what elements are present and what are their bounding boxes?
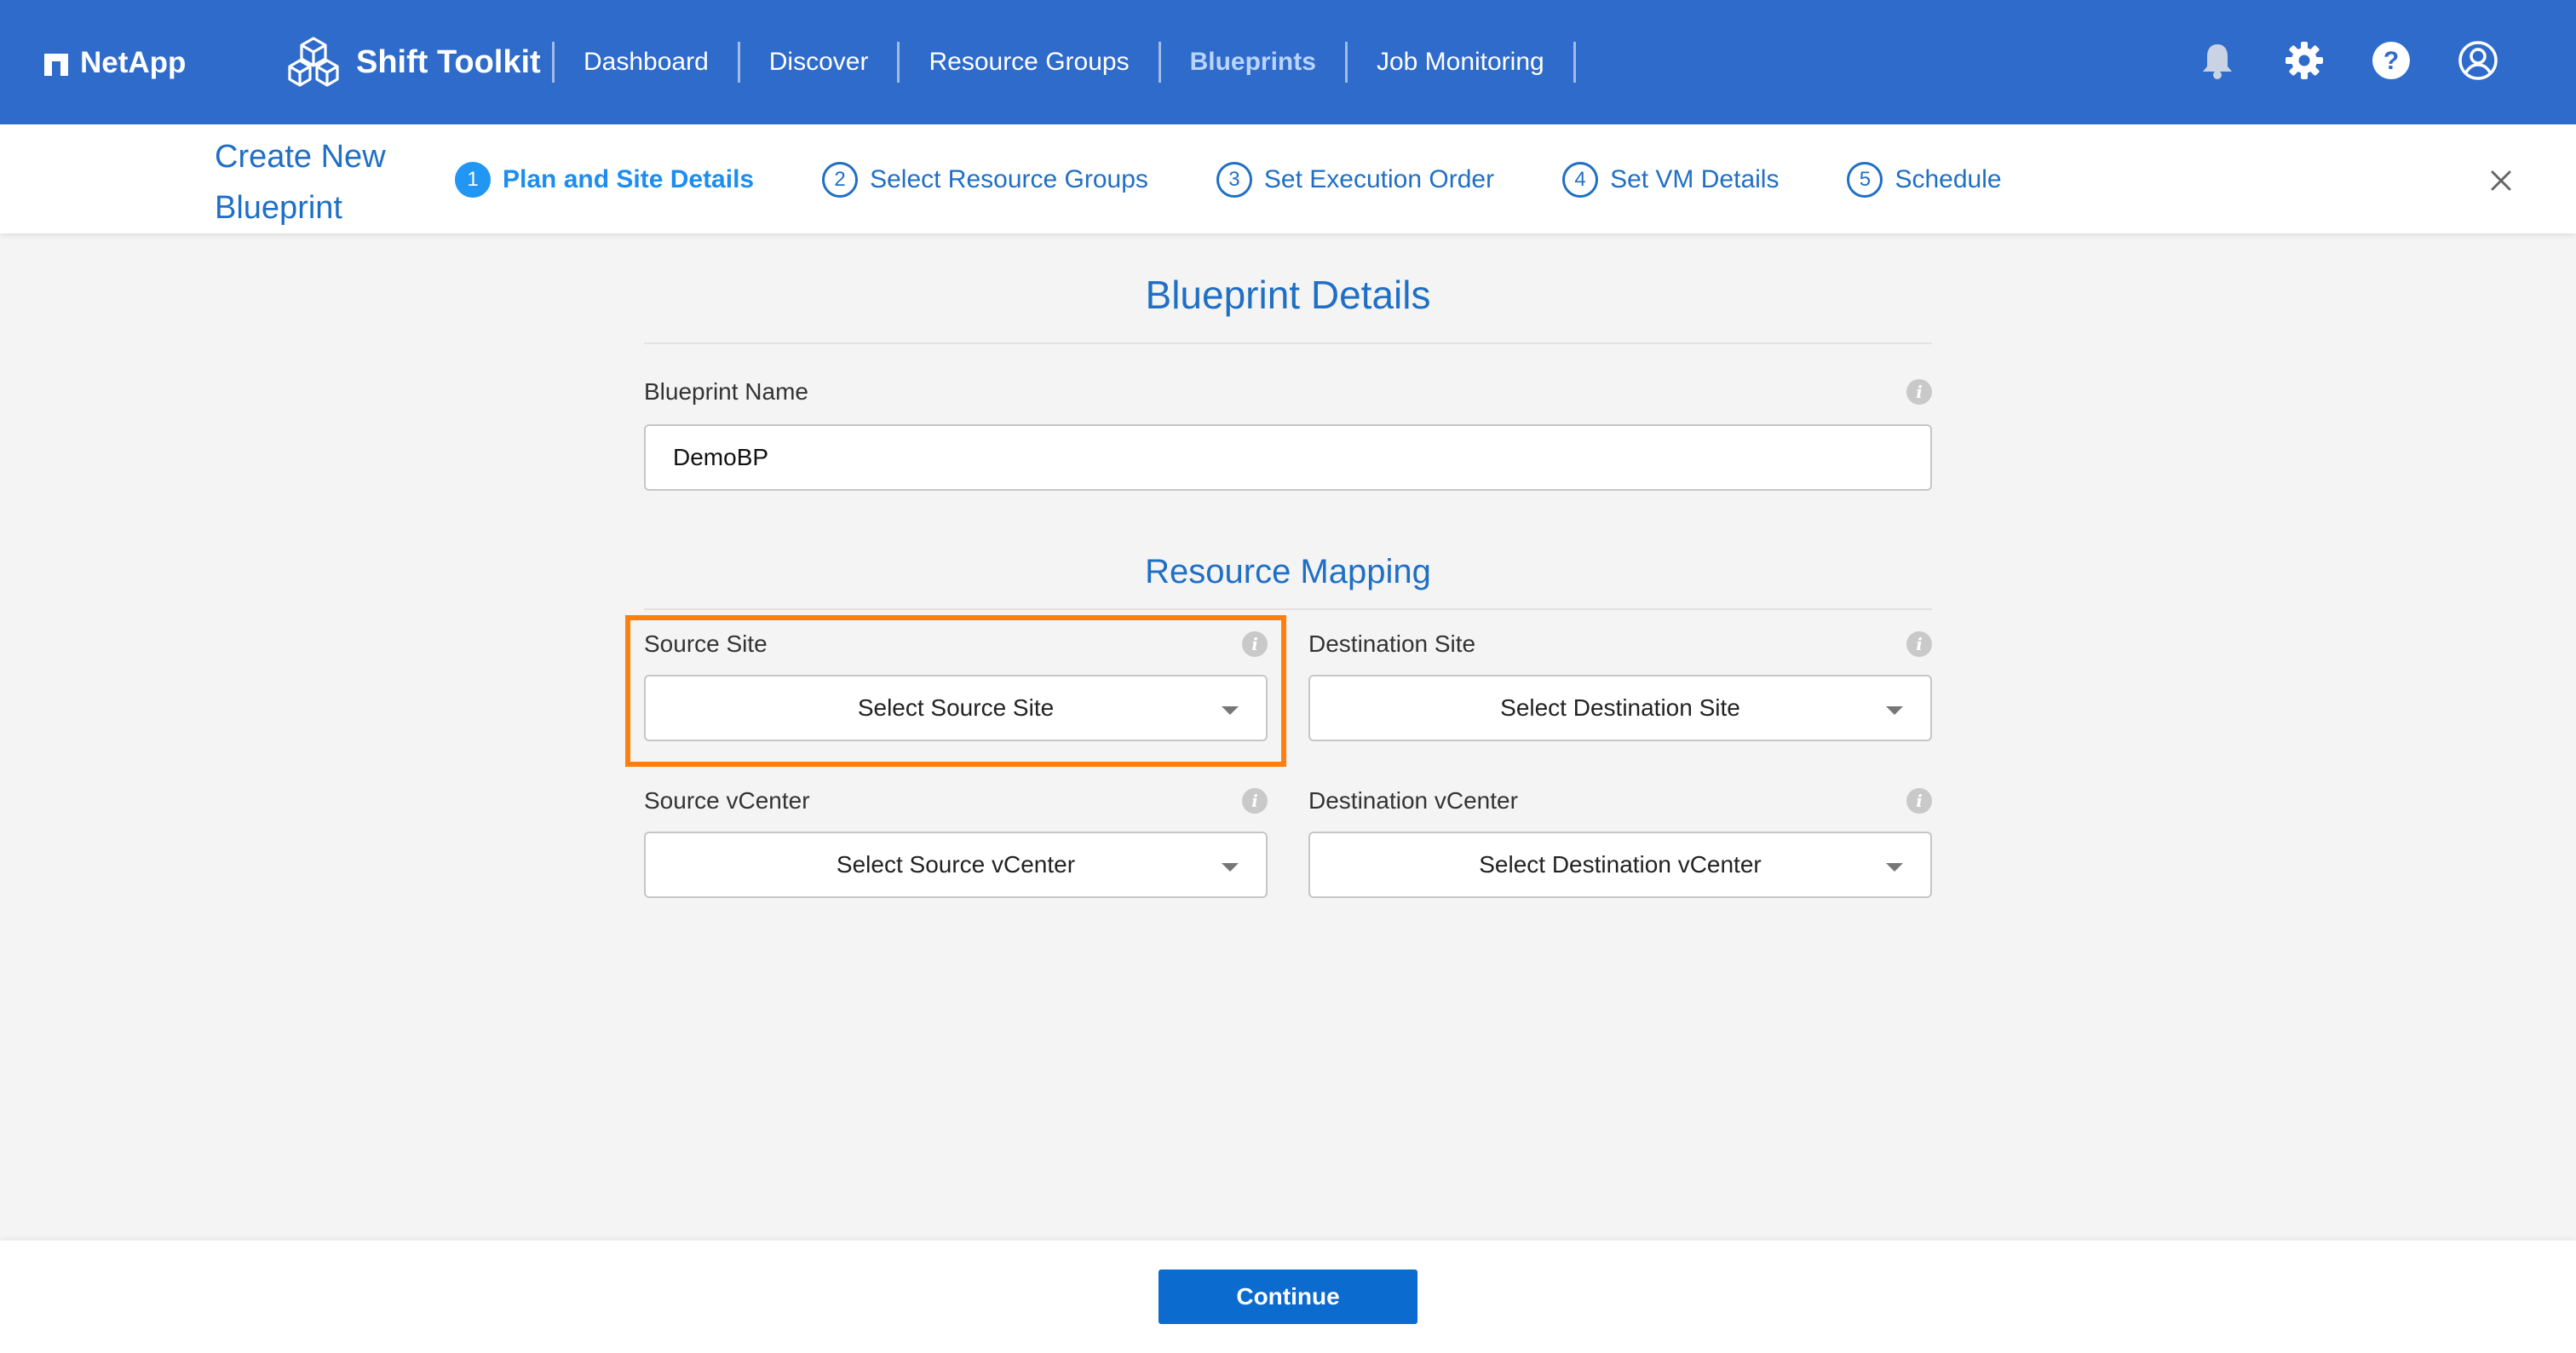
blueprint-name-label: Blueprint Name [644, 378, 808, 405]
wizard-bar: Create New Blueprint 1 Plan and Site Det… [0, 124, 2576, 233]
destination-site-select[interactable]: Select Destination Site [1308, 675, 1932, 741]
source-vcenter-label: Source vCenter [644, 787, 810, 814]
source-site-label: Source Site [644, 630, 768, 657]
step-set-vm-details[interactable]: 4 Set VM Details [1562, 162, 1779, 198]
step-label: Select Resource Groups [870, 165, 1148, 193]
svg-text:?: ? [2383, 47, 2399, 75]
help-icon[interactable]: ? [2370, 39, 2412, 82]
nav-dashboard[interactable]: Dashboard [555, 48, 738, 77]
main-nav: Dashboard Discover Resource Groups Bluep… [552, 36, 1576, 89]
top-header: NetApp Shift Toolkit Dashboard Discover … [0, 0, 2576, 124]
header-actions: ? [2196, 39, 2499, 82]
resource-mapping-grid: Source Site i Select Source Site Destina… [625, 610, 1932, 898]
step-label: Schedule [1895, 165, 2002, 193]
user-icon[interactable] [2457, 39, 2499, 82]
close-icon[interactable] [2484, 164, 2518, 198]
step-number: 1 [455, 162, 491, 198]
chevron-down-icon [1886, 863, 1903, 872]
step-number: 5 [1847, 162, 1883, 198]
select-value: Select Destination Site [1500, 694, 1740, 721]
section-divider [644, 343, 1932, 344]
cubes-icon [288, 37, 339, 87]
blueprint-name-row: Blueprint Name i [644, 377, 1932, 407]
netapp-logo[interactable]: NetApp [44, 44, 186, 82]
bell-icon[interactable] [2196, 39, 2239, 82]
gear-icon[interactable] [2283, 39, 2326, 82]
nav-resource-groups[interactable]: Resource Groups [900, 48, 1158, 77]
nav-divider [1573, 42, 1576, 83]
destination-site-label: Destination Site [1308, 630, 1476, 657]
app-title[interactable]: Shift Toolkit [286, 31, 541, 94]
step-plan-and-site-details[interactable]: 1 Plan and Site Details [455, 162, 754, 198]
app-title-text: Shift Toolkit [356, 43, 541, 80]
step-label: Set VM Details [1610, 165, 1780, 193]
nav-blueprints[interactable]: Blueprints [1161, 48, 1345, 77]
blueprint-details-heading: Blueprint Details [1145, 273, 1431, 317]
blueprint-form: Blueprint Details Blueprint Name i Resou… [625, 233, 1932, 898]
wizard-steps: 1 Plan and Site Details 2 Select Resourc… [455, 158, 2070, 201]
step-number: 4 [1562, 162, 1599, 198]
step-number: 3 [1216, 162, 1252, 198]
step-schedule[interactable]: 5 Schedule [1847, 162, 2002, 198]
nav-job-monitoring[interactable]: Job Monitoring [1348, 48, 1573, 77]
netapp-logo-icon [44, 50, 68, 76]
source-site-field: Source Site i Select Source Site [625, 610, 1286, 767]
step-number: 2 [822, 162, 859, 198]
chevron-down-icon [1886, 706, 1903, 715]
step-label: Set Execution Order [1263, 165, 1495, 193]
info-icon[interactable]: i [1906, 631, 1932, 657]
nav-discover[interactable]: Discover [740, 48, 898, 77]
select-value: Select Destination vCenter [1479, 851, 1762, 878]
brand-name: NetApp [80, 46, 187, 79]
footer-bar: Continue [0, 1241, 2576, 1353]
resource-mapping-heading: Resource Mapping [1145, 553, 1431, 590]
info-icon[interactable]: i [1906, 788, 1932, 814]
info-icon[interactable]: i [1906, 379, 1932, 405]
wizard-title: Create New Blueprint [215, 139, 386, 226]
destination-vcenter-field: Destination vCenter i Select Destination… [1308, 741, 1932, 898]
step-label: Plan and Site Details [503, 165, 755, 193]
select-value: Select Source Site [857, 694, 1055, 721]
destination-vcenter-label: Destination vCenter [1308, 787, 1518, 814]
info-icon[interactable]: i [1242, 788, 1268, 814]
continue-button[interactable]: Continue [1159, 1270, 1417, 1324]
chevron-down-icon [1222, 863, 1239, 872]
blueprint-name-input[interactable] [644, 424, 1932, 491]
source-vcenter-field: Source vCenter i Select Source vCenter [644, 741, 1268, 898]
chevron-down-icon [1222, 706, 1239, 715]
info-icon[interactable]: i [1242, 631, 1268, 657]
destination-vcenter-select[interactable]: Select Destination vCenter [1308, 832, 1932, 898]
source-site-select[interactable]: Select Source Site [644, 675, 1268, 741]
select-value: Select Source vCenter [836, 851, 1076, 878]
step-set-execution-order[interactable]: 3 Set Execution Order [1216, 162, 1494, 198]
destination-site-field: Destination Site i Select Destination Si… [1308, 610, 1932, 741]
step-select-resource-groups[interactable]: 2 Select Resource Groups [822, 162, 1148, 198]
source-vcenter-select[interactable]: Select Source vCenter [644, 832, 1268, 898]
